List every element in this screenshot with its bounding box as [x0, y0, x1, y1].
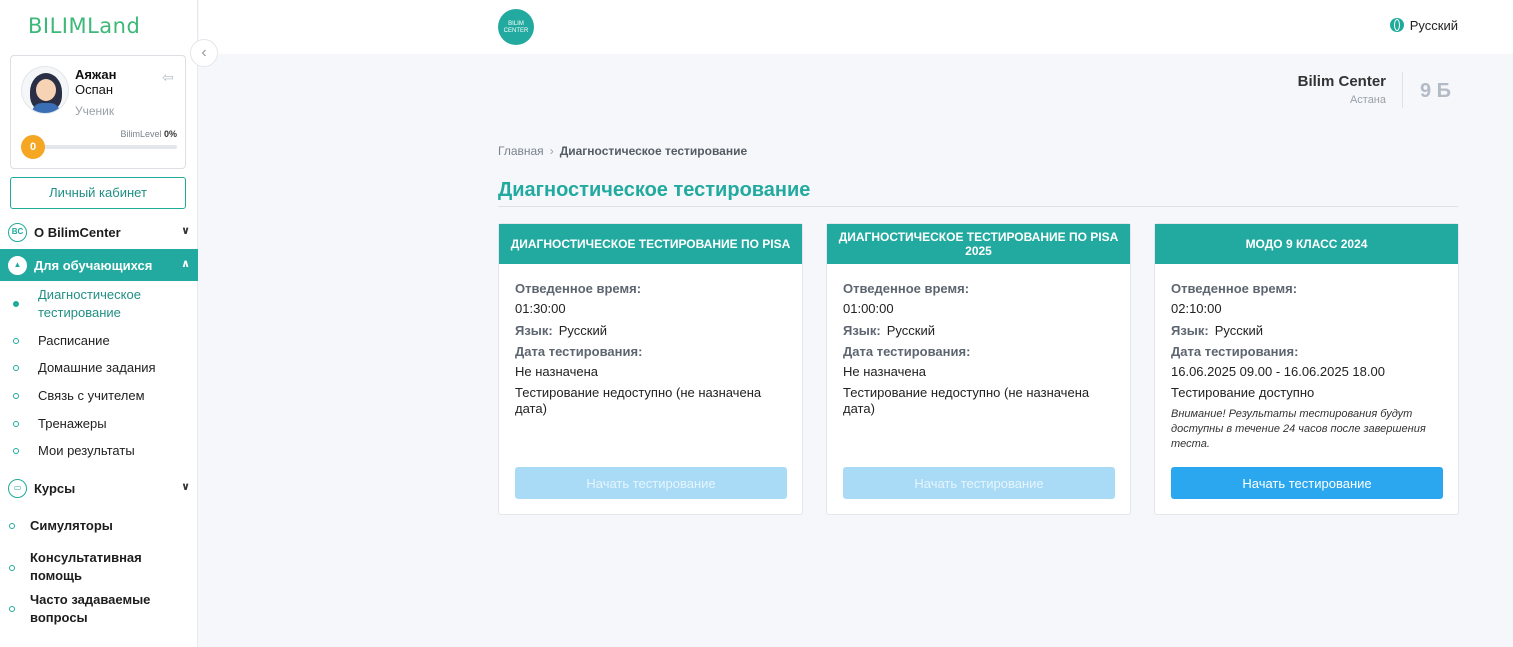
logout-icon[interactable]: ⇦ [162, 70, 178, 84]
bullet-icon [13, 421, 19, 427]
graduation-cap-icon: ▲ [8, 256, 27, 275]
start-test-button[interactable]: Начать тестирование [515, 467, 787, 499]
globe-icon [1389, 18, 1404, 32]
time-value: 01:00:00 [843, 301, 894, 316]
results-note: Внимание! Результаты тестирования будут … [1171, 408, 1426, 450]
sidebar: BILIMLand Аяжан Оспан Ученик ⇦ BilimLeve… [0, 0, 198, 647]
profile-card: Аяжан Оспан Ученик ⇦ BilimLevel 0% 0 [10, 55, 186, 169]
language-selector[interactable]: Русский [1389, 18, 1458, 33]
language-label: Язык: [843, 323, 881, 338]
bullet-icon [13, 301, 19, 307]
sidebar-item-simulators[interactable]: Симуляторы [30, 517, 190, 535]
time-label: Отведенное время: [515, 281, 642, 296]
test-card: ДИАГНОСТИЧЕСКОЕ ТЕСТИРОВАНИЕ ПО PISA 202… [826, 223, 1131, 515]
bullet-icon [9, 523, 15, 529]
language-label: Язык: [515, 323, 553, 338]
level-progress-bar [39, 145, 177, 149]
test-card: ДИАГНОСТИЧЕСКОЕ ТЕСТИРОВАНИЕ ПО PISA Отв… [498, 223, 803, 515]
bullet-icon [9, 565, 15, 571]
date-label: Дата тестирования: [1171, 344, 1299, 359]
top-header: BILIM CENTER Русский [199, 0, 1513, 54]
time-label: Отведенное время: [843, 281, 970, 296]
personal-cabinet-button[interactable]: Личный кабинет [10, 177, 186, 209]
start-test-button[interactable]: Начать тестирование [843, 467, 1115, 499]
sidebar-item-diagnostic-testing[interactable]: Диагностическое тестирование [38, 286, 188, 322]
school-city: Астана [1349, 94, 1386, 106]
test-card-title: ДИАГНОСТИЧЕСКОЕ ТЕСТИРОВАНИЕ ПО PISA [499, 224, 802, 264]
avatar [21, 66, 69, 114]
time-value: 01:30:00 [515, 301, 566, 316]
language-value: Русский [1214, 323, 1263, 338]
bilim-center-logo[interactable]: BILIM CENTER [498, 9, 534, 45]
sidebar-item-consulting[interactable]: Консультативная помощь [30, 549, 150, 585]
date-value: 16.06.2025 09.00 - 16.06.2025 18.00 [1171, 364, 1385, 379]
bilimland-logo[interactable]: BILIMLand [28, 14, 140, 38]
time-label: Отведенное время: [1171, 281, 1298, 296]
test-card: МОДО 9 КЛАСС 2024 Отведенное время: 02:1… [1154, 223, 1459, 515]
page-title: Диагностическое тестирование [498, 179, 811, 201]
level-label: BilimLevel 0% [120, 129, 177, 139]
test-status: Тестирование доступно [1171, 385, 1315, 400]
divider [498, 206, 1458, 207]
bullet-icon [13, 338, 19, 344]
menu-about-bilimcenter[interactable]: BC О BilimCenter ∨ [0, 216, 198, 248]
sidebar-collapse-button[interactable]: ‹ [190, 39, 218, 67]
sidebar-item-homework[interactable]: Домашние задания [38, 359, 188, 377]
bullet-icon [13, 393, 19, 399]
date-value: Не назначена [515, 364, 598, 379]
school-name: Bilim Center [1297, 73, 1386, 90]
chevron-down-icon: ∨ [181, 225, 190, 237]
class-grade: 9 Б [1420, 80, 1452, 102]
test-status: Тестирование недоступно (не назначена да… [515, 385, 762, 416]
date-value: Не назначена [843, 364, 926, 379]
language-value: Русский [558, 323, 607, 338]
test-card-title: ДИАГНОСТИЧЕСКОЕ ТЕСТИРОВАНИЕ ПО PISA 202… [827, 224, 1130, 264]
language-value: Русский [886, 323, 935, 338]
profile-first-name: Аяжан [75, 67, 117, 82]
chevron-right-icon: › [549, 144, 554, 158]
date-label: Дата тестирования: [515, 344, 643, 359]
sidebar-item-schedule[interactable]: Расписание [38, 332, 188, 350]
chevron-up-icon: ∧ [181, 258, 190, 270]
chevron-down-icon: ∨ [181, 481, 190, 493]
menu-for-students[interactable]: ▲ Для обучающихся ∧ [0, 249, 198, 281]
profile-role: Ученик [75, 104, 115, 118]
profile-last-name: Оспан [75, 82, 114, 97]
bilimcenter-icon: BC [8, 223, 27, 242]
monitor-icon: ▭ [8, 479, 27, 498]
test-status: Тестирование недоступно (не назначена да… [843, 385, 1090, 416]
sidebar-item-faq[interactable]: Часто задаваемые вопросы [30, 591, 155, 627]
start-test-button[interactable]: Начать тестирование [1171, 467, 1443, 499]
sidebar-item-trainers[interactable]: Тренажеры [38, 415, 188, 433]
divider [1402, 72, 1403, 108]
test-card-title: МОДО 9 КЛАСС 2024 [1155, 224, 1458, 264]
language-label: Язык: [1171, 323, 1209, 338]
bullet-icon [9, 606, 15, 612]
bullet-icon [13, 448, 19, 454]
breadcrumb: Главная › Диагностическое тестирование [498, 144, 747, 158]
bullet-icon [13, 365, 19, 371]
breadcrumb-current: Диагностическое тестирование [559, 144, 748, 158]
school-info: Bilim Center Астана [1298, 73, 1386, 106]
sidebar-item-my-results[interactable]: Мои результаты [38, 442, 188, 460]
time-value: 02:10:00 [1171, 301, 1222, 316]
breadcrumb-home[interactable]: Главная [498, 144, 544, 158]
sidebar-item-contact-teacher[interactable]: Связь с учителем [38, 387, 188, 405]
level-badge: 0 [21, 135, 45, 159]
date-label: Дата тестирования: [843, 344, 971, 359]
menu-courses[interactable]: ▭ Курсы ∨ [0, 472, 198, 504]
